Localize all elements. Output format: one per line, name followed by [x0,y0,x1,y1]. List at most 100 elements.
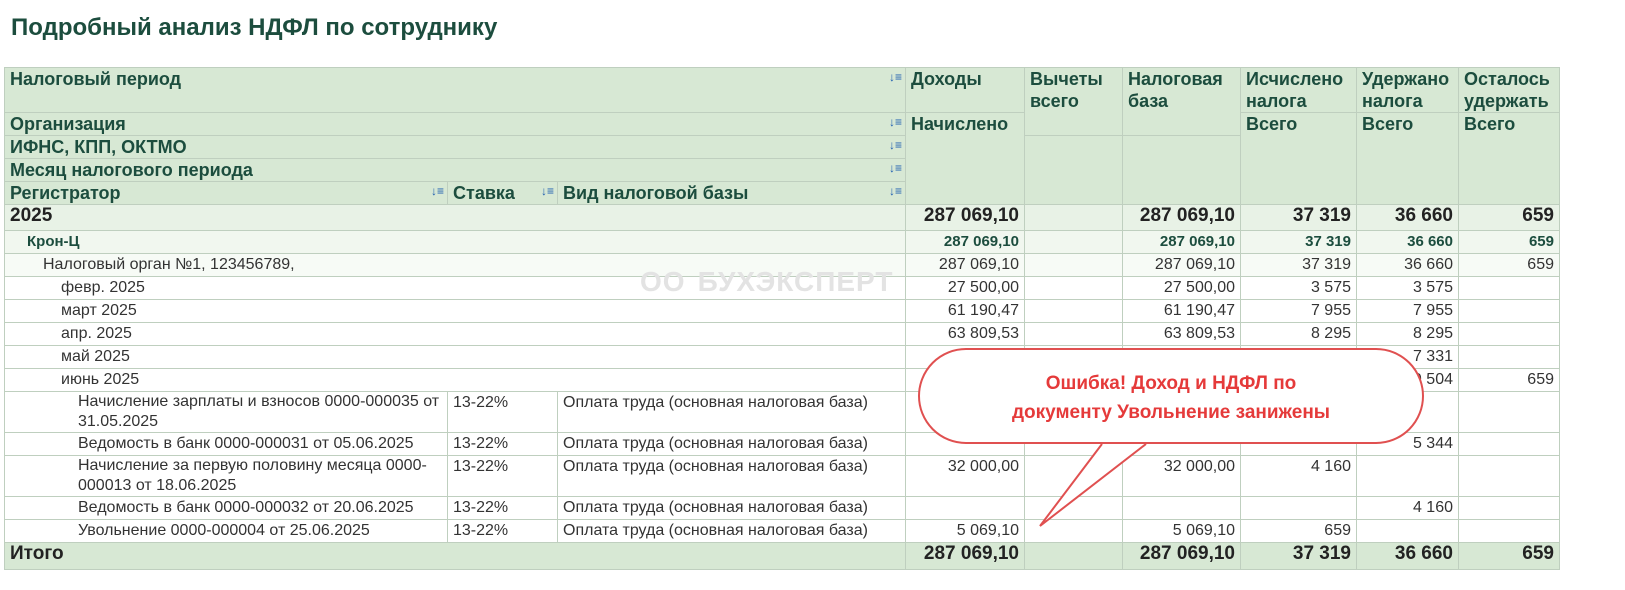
total-row: Итого 287 069,10 287 069,10 37 319 36 66… [4,542,1560,570]
remaining-cell [1458,496,1560,520]
document-name[interactable]: Начисление зарплаты и взносов 0000-00003… [4,391,448,433]
sort-icon[interactable]: ↓≡ [889,71,902,83]
document-name[interactable]: Ведомость в банк 0000-000031 от 05.06.20… [4,432,448,456]
sort-icon[interactable]: ↓≡ [889,185,902,197]
income-cell: 61 190,47 [905,299,1025,323]
month-row[interactable]: март 2025 61 190,47 61 190,47 7 955 7 95… [4,299,1560,323]
header-income-accrued[interactable]: Начислено [905,112,1025,205]
withheld-cell: 3 575 [1356,276,1459,300]
base-cell: 61 190,47 [1122,299,1241,323]
remaining-cell [1458,455,1560,497]
header-income[interactable]: Доходы [905,67,1025,113]
total-label: Итого [4,542,906,570]
remaining-cell: 659 [1458,204,1560,231]
header-base-type[interactable]: Вид налоговой базы ↓≡ [557,181,906,205]
header-registrar[interactable]: Регистратор ↓≡ [4,181,448,205]
watermark-text: БУХЭКСПЕРТ [697,266,894,297]
document-row[interactable]: Увольнение 0000-000004 от 25.06.2025 13-… [4,519,1560,543]
income-cell [905,496,1025,520]
withheld-cell [1356,455,1459,497]
remaining-cell [1458,276,1560,300]
base-cell: 287 069,10 [1122,230,1241,254]
remaining-cell [1458,322,1560,346]
income-cell: 5 069,10 [905,519,1025,543]
document-row[interactable]: Начисление за первую половину месяца 000… [4,455,1560,497]
callout-pointer [1039,442,1148,527]
income-cell: 287 069,10 [905,542,1025,570]
header-tax-period[interactable]: Налоговый период ↓≡ [4,67,906,113]
income-cell: 32 000,00 [905,455,1025,497]
header-remaining-total[interactable]: Всего [1458,112,1560,205]
header-organization[interactable]: Организация ↓≡ [4,112,906,136]
base-type-cell: Оплата труда (основная налоговая база) [557,519,906,543]
month-label: март 2025 [4,299,906,323]
withheld-cell [1356,519,1459,543]
document-name[interactable]: Начисление за первую половину месяца 000… [4,455,448,497]
deductions-cell [1024,230,1123,254]
sort-icon[interactable]: ↓≡ [889,162,902,174]
calculated-cell: 3 575 [1240,276,1357,300]
base-type-cell: Оплата труда (основная налоговая база) [557,432,906,456]
month-label: июнь 2025 [4,368,906,392]
header-deductions[interactable]: Вычеты всего [1024,67,1123,136]
calculated-cell: 4 160 [1240,455,1357,497]
rate-cell: 13-22% [447,455,558,497]
deductions-cell [1024,299,1123,323]
income-cell: 287 069,10 [905,230,1025,254]
remaining-cell: 659 [1458,368,1560,392]
remaining-cell [1458,519,1560,543]
rate-cell: 13-22% [447,432,558,456]
month-label: апр. 2025 [4,322,906,346]
header-tax-base[interactable]: Налоговая база [1122,67,1241,136]
header-withheld[interactable]: Удержано налога [1356,67,1459,113]
sort-icon[interactable]: ↓≡ [431,185,444,197]
base-type-cell: Оплата труда (основная налоговая база) [557,496,906,520]
withheld-cell: 7 955 [1356,299,1459,323]
header-calculated[interactable]: Исчислено налога [1240,67,1357,113]
base-type-cell: Оплата труда (основная налоговая база) [557,391,906,433]
year-row[interactable]: 2025 287 069,10 287 069,10 37 319 36 660… [4,204,1560,231]
income-cell: 287 069,10 [905,204,1025,231]
deductions-cell [1024,322,1123,346]
base-cell: 287 069,10 [1122,542,1241,570]
calculated-cell: 37 319 [1240,253,1357,277]
remaining-cell: 659 [1458,542,1560,570]
watermark-logo-icon: ОО [640,266,686,297]
document-row[interactable]: Ведомость в банк 0000-000032 от 20.06.20… [4,496,1560,520]
remaining-cell [1458,299,1560,323]
withheld-cell: 36 660 [1356,230,1459,254]
header-withheld-total[interactable]: Всего [1356,112,1459,205]
calculated-cell: 37 319 [1240,542,1357,570]
header-tax-base-empty [1122,135,1241,205]
year-label: 2025 [4,204,906,231]
withheld-cell: 8 295 [1356,322,1459,346]
income-cell: 63 809,53 [905,322,1025,346]
sort-icon[interactable]: ↓≡ [889,116,902,128]
header-deductions-empty [1024,135,1123,205]
document-name[interactable]: Увольнение 0000-000004 от 25.06.2025 [4,519,448,543]
month-label: май 2025 [4,345,906,369]
organization-label: Крон-Ц [4,230,906,254]
header-rate[interactable]: Ставка ↓≡ [447,181,558,205]
remaining-cell: 659 [1458,230,1560,254]
callout-line-2: документу Увольнение занижены [1011,402,1331,423]
document-name[interactable]: Ведомость в банк 0000-000032 от 20.06.20… [4,496,448,520]
header-remaining[interactable]: Осталось удержать [1458,67,1560,113]
error-callout: Ошибка! Доход и НДФЛ по документу Увольн… [918,348,1424,444]
withheld-cell: 36 660 [1356,253,1459,277]
rate-cell: 13-22% [447,496,558,520]
sort-icon[interactable]: ↓≡ [889,139,902,151]
header-month[interactable]: Месяц налогового периода ↓≡ [4,158,906,182]
remaining-cell: 659 [1458,253,1560,277]
header-ifns[interactable]: ИФНС, КПП, ОКТМО ↓≡ [4,135,906,159]
income-cell: 287 069,10 [905,253,1025,277]
sort-icon[interactable]: ↓≡ [541,185,554,197]
header-calculated-total[interactable]: Всего [1240,112,1357,205]
month-row[interactable]: апр. 2025 63 809,53 63 809,53 8 295 8 29… [4,322,1560,346]
deductions-cell [1024,542,1123,570]
organization-row[interactable]: Крон-Ц 287 069,10 287 069,10 37 319 36 6… [4,230,1560,254]
callout-line-1: Ошибка! Доход и НДФЛ по [1045,373,1297,394]
ndfl-report-table: Налоговый период ↓≡ Доходы Вычеты всего Н… [4,67,1560,570]
rate-cell: 13-22% [447,391,558,433]
base-cell: 287 069,10 [1122,204,1241,231]
